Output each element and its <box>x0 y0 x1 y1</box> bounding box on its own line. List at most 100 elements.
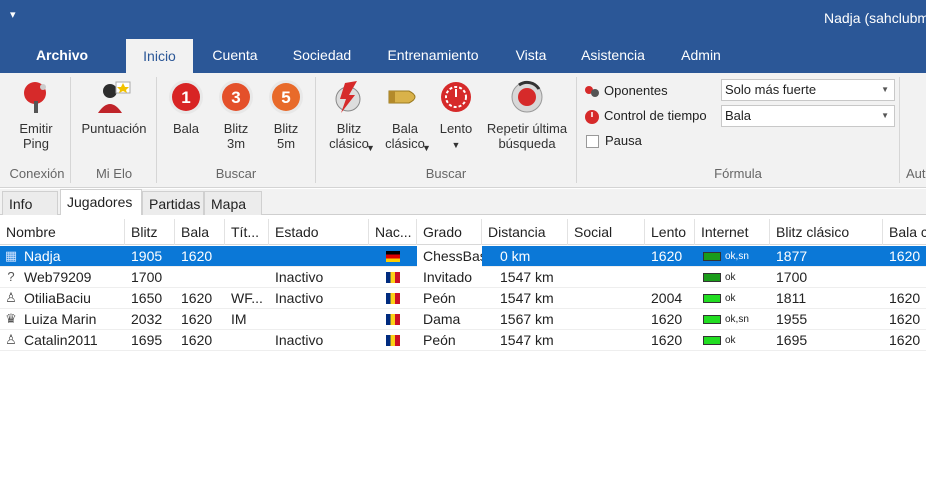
internet-status: ok <box>725 293 736 304</box>
timer-icon <box>585 109 599 124</box>
cell-nombre: Nadja <box>24 248 61 264</box>
table-row[interactable]: ▦Nadja19051620ChessBase0 km162018771620o… <box>0 246 926 267</box>
tab-entrenamiento[interactable]: Entrenamiento <box>378 38 488 73</box>
column-header-bala-clasico[interactable]: Bala c <box>883 219 926 245</box>
column-header-nombre[interactable]: Nombre <box>0 219 125 245</box>
tab-archivo[interactable]: Archivo <box>20 38 104 73</box>
table-row[interactable]: ♛ Luiza Marin 2032 1620 IM Dama 1567 km 1620 195… <box>0 309 926 330</box>
bala-clasico-button[interactable]: Bala clásico ▼ <box>380 79 431 153</box>
cell-bala-clasico: 1620 <box>889 332 921 348</box>
cell-estado: Inactivo <box>275 269 324 285</box>
cell-lento: 2004 <box>651 290 683 306</box>
puntuacion-label: Puntuación <box>81 121 147 136</box>
tab-vista[interactable]: Vista <box>502 38 560 73</box>
country-flag-icon <box>386 272 400 283</box>
pausa-checkbox[interactable]: Pausa <box>586 133 642 149</box>
title-bar: ▾ Nadja (sahclubm <box>0 0 926 38</box>
quick-access-dropdown[interactable]: ▾ <box>10 8 16 21</box>
repeat-search-icon <box>511 80 543 113</box>
bala-clasico-label: Bala clásico <box>385 121 425 151</box>
oponentes-label: Oponentes <box>604 83 668 98</box>
table-row[interactable]: ? Web79209 1700 Inactivo Invitado 1547 km 1700… <box>0 267 926 288</box>
cell-nombre: OtiliaBaciu <box>24 290 91 306</box>
badge-1-icon: 1 <box>169 80 203 114</box>
blitz-3m-label: Blitz 3m <box>223 121 249 151</box>
tab-inicio[interactable]: Inicio <box>126 39 193 73</box>
table-header: Nombre Blitz Bala Tít... Estado Nac... G… <box>0 219 926 245</box>
subtab-mapa[interactable]: Mapa <box>204 191 262 215</box>
cell-blitz-clasico: 1877 <box>776 248 808 264</box>
bala-label: Bala <box>172 121 200 136</box>
cell-internet: ok,sn <box>697 309 770 330</box>
internet-status: ok,sn <box>725 314 749 325</box>
cell-estado <box>269 246 369 267</box>
control-tiempo-option: Control de tiempo <box>584 108 707 125</box>
group-buscar-1: Buscar <box>215 166 257 181</box>
chevron-down-icon: ▼ <box>366 143 375 153</box>
window-title-user: Nadja (sahclubm <box>824 10 926 26</box>
repetir-busqueda-button[interactable]: Repetir última búsqueda <box>482 79 572 151</box>
country-flag-icon <box>386 314 400 325</box>
cell-grado: Invitado <box>423 269 473 285</box>
blitz-clasico-label: Blitz clásico <box>329 121 369 151</box>
column-header-blitz-clasico[interactable]: Blitz clásico <box>770 219 883 245</box>
table-row[interactable]: ♙ Catalin2011 1695 1620 Inactivo Peón 1547 km 1… <box>0 330 926 351</box>
connection-bar-icon <box>703 315 721 324</box>
bala-button[interactable]: 1 Bala <box>164 79 208 136</box>
cell-nombre: Catalin2011 <box>24 332 98 348</box>
cell-blitz-clasico: 1811 <box>776 290 807 306</box>
cell-blitz: 1700 <box>131 269 163 285</box>
group-aut: Aut <box>906 166 926 181</box>
column-header-lento[interactable]: Lento <box>645 219 695 245</box>
blitz-clasico-button[interactable]: Blitz clásico ▼ <box>322 79 376 153</box>
control-tiempo-select[interactable]: Bala ▼ <box>721 105 895 127</box>
cell-social <box>568 309 645 330</box>
cell-distancia: 1547 km <box>500 290 554 306</box>
cell-distancia: 1567 km <box>500 311 554 327</box>
column-header-internet[interactable]: Internet <box>695 219 770 245</box>
country-flag-icon <box>386 293 400 304</box>
lento-button[interactable]: Lento ▼ <box>434 79 478 153</box>
emitir-ping-button[interactable]: Emitir Ping <box>10 79 62 151</box>
table-row[interactable]: ♙ OtiliaBaciu 1650 1620 WF... Inactivo Peón 154… <box>0 288 926 309</box>
subtab-info[interactable]: Info <box>2 191 58 215</box>
cell-titulo <box>225 267 269 288</box>
svg-text:3: 3 <box>231 88 240 107</box>
column-header-grado[interactable]: Grado <box>417 219 482 245</box>
chevron-down-icon: ▼ <box>881 111 889 120</box>
cell-bala-clasico: 1620 <box>889 248 921 264</box>
tab-asistencia[interactable]: Asistencia <box>574 38 652 73</box>
blitz-3m-button[interactable]: 3 Blitz 3m <box>214 79 258 151</box>
ribbon-separator <box>156 77 157 183</box>
connection-bar-icon <box>703 336 721 345</box>
subtab-partidas[interactable]: Partidas <box>142 191 204 215</box>
cell-lento: 1620 <box>651 311 683 327</box>
column-header-estado[interactable]: Estado <box>269 219 369 245</box>
cell-distancia: 1547 km <box>500 332 554 348</box>
column-header-nacion[interactable]: Nac... <box>369 219 417 245</box>
column-header-distancia[interactable]: Distancia <box>482 219 568 245</box>
control-tiempo-label: Control de tiempo <box>604 108 707 123</box>
column-header-blitz[interactable]: Blitz <box>125 219 175 245</box>
country-flag-icon <box>386 335 400 346</box>
badge-3-icon: 3 <box>219 80 253 114</box>
svg-text:1: 1 <box>181 88 190 107</box>
cell-distancia: 0 km <box>500 248 531 264</box>
rating-user-icon <box>98 81 131 113</box>
cell-nombre: Web79209 <box>24 269 92 285</box>
blitz-5m-button[interactable]: 5 Blitz 5m <box>264 79 308 151</box>
cell-internet: ok <box>697 288 770 309</box>
tab-sociedad[interactable]: Sociedad <box>284 38 360 73</box>
column-header-social[interactable]: Social <box>568 219 645 245</box>
pausa-label: Pausa <box>605 133 642 148</box>
tab-cuenta[interactable]: Cuenta <box>200 38 270 73</box>
ribbon-separator <box>576 77 577 183</box>
column-header-bala[interactable]: Bala <box>175 219 225 245</box>
oponentes-select[interactable]: Solo más fuerte ▼ <box>721 79 895 101</box>
tab-admin[interactable]: Admin <box>670 38 732 73</box>
connection-bar-icon <box>703 252 721 261</box>
column-header-titulo[interactable]: Tít... <box>225 219 269 245</box>
puntuacion-button[interactable]: Puntuación <box>76 79 152 136</box>
cell-social <box>568 267 645 288</box>
subtab-jugadores[interactable]: Jugadores <box>60 189 142 215</box>
